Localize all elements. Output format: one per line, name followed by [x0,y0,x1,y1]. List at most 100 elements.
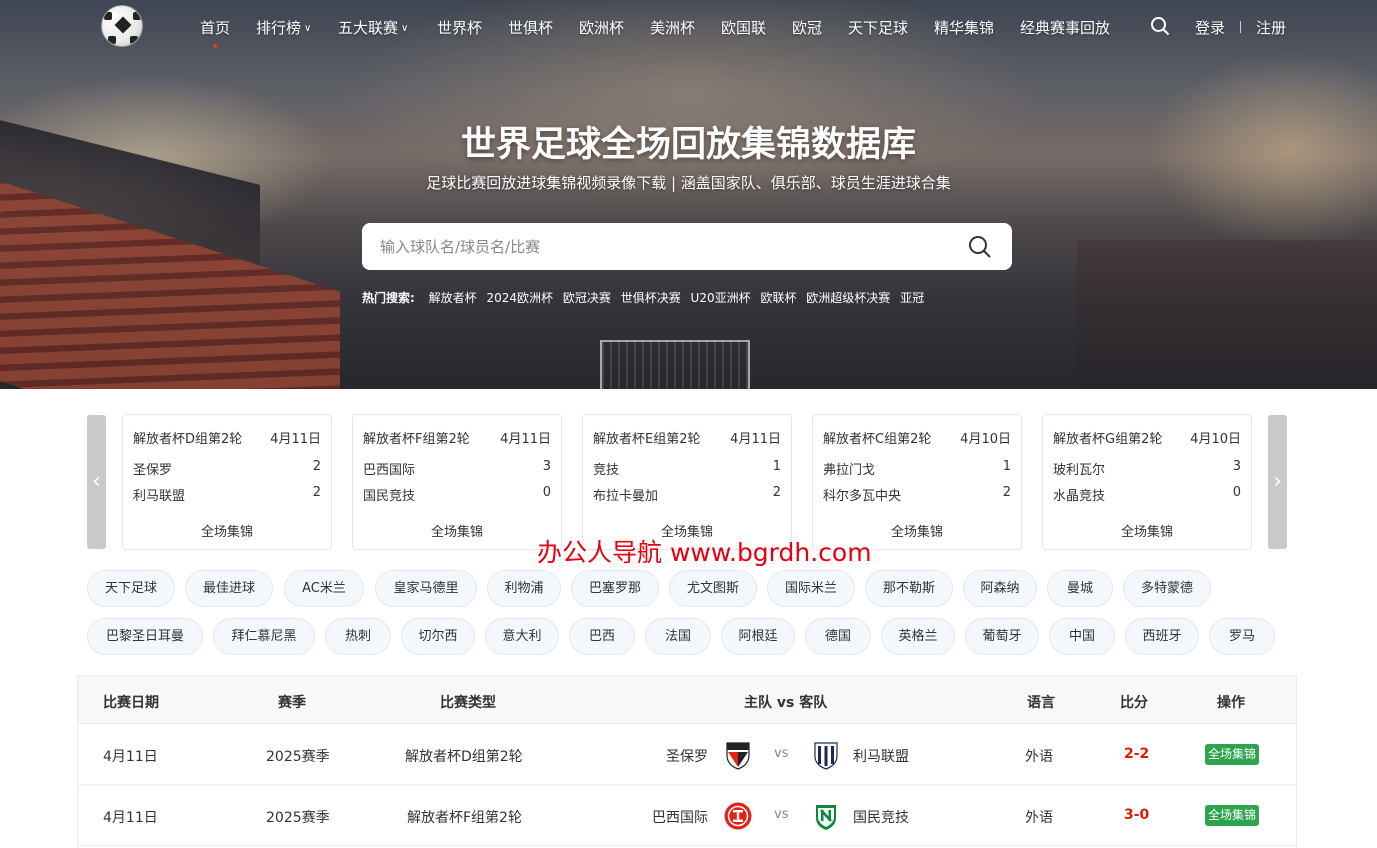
row-type: 解放者杯F组第2轮 [407,810,522,826]
tag-button[interactable]: 国际米兰 [767,570,855,607]
tag-button[interactable]: 德国 [805,618,871,655]
tag-button[interactable]: 利物浦 [487,570,561,607]
row-highlights-button[interactable]: 全场集锦 [1205,805,1260,826]
tag-button[interactable]: 皇家马德里 [375,570,477,607]
tag-button[interactable]: 罗马 [1209,618,1275,655]
nav-home[interactable]: 首页 [200,17,230,38]
home-team: 玻利瓦尔 [1053,463,1106,478]
nav-euro[interactable]: 欧洲杯 [579,17,624,38]
nav-football-world[interactable]: 天下足球 [848,17,908,38]
register-link[interactable]: 注册 [1256,17,1286,38]
nav-classic-replays[interactable]: 经典赛事回放 [1020,17,1110,38]
away-team: 水晶竞技 [1053,489,1106,504]
row-home-team: 圣保罗 [666,749,708,765]
nav-champions-league[interactable]: 欧冠 [792,17,822,38]
match-card[interactable]: 解放者杯F组第2轮 4月11日 巴西国际 3 国民竞技 0 全场集锦 [352,414,562,550]
nav-club-world-cup[interactable]: 世俱杯 [508,17,553,38]
tag-button[interactable]: 热刺 [325,618,391,655]
tag-button[interactable]: 切尔西 [401,618,475,655]
search-icon[interactable] [968,235,992,259]
nav-world-cup[interactable]: 世界杯 [437,17,482,38]
tag-button[interactable]: 多特蒙德 [1123,570,1211,607]
home-team: 圣保罗 [133,463,173,478]
nav-highlights[interactable]: 精华集锦 [934,17,994,38]
hot-search-item[interactable]: 欧冠决赛 [563,291,611,305]
tag-button[interactable]: AC米兰 [284,570,364,607]
tag-button[interactable]: 中国 [1049,618,1115,655]
hot-searches: 热门搜索: 解放者杯 2024欧洲杯 欧冠决赛 世俱杯决赛 U20亚洲杯 欧联杯… [362,289,930,307]
home-team: 竞技 [593,463,620,478]
hot-search-item[interactable]: 解放者杯 [429,291,477,305]
tag-button[interactable]: 拜仁慕尼黑 [213,618,315,655]
col-action: 操作 [1217,695,1245,711]
col-teams: 主队 vs 客队 [744,695,828,711]
match-card[interactable]: 解放者杯E组第2轮 4月11日 竞技 1 布拉卡曼加 2 全场集锦 [582,414,792,550]
match-card[interactable]: 解放者杯G组第2轮 4月10日 玻利瓦尔 3 水晶竞技 0 全场集锦 [1042,414,1252,550]
search-bar [362,223,1012,270]
highlights-link[interactable]: 全场集锦 [1043,521,1251,540]
tag-button[interactable]: 阿森纳 [963,570,1037,607]
sao-paulo-crest-icon [726,742,750,770]
match-league: 解放者杯E组第2轮 [593,432,701,447]
match-date: 4月11日 [270,432,321,447]
page-subtitle: 足球比赛回放进球集锦视频录像下载 | 涵盖国家队、俱乐部、球员生涯进球合集 [426,174,951,192]
hot-search-item[interactable]: U20亚洲杯 [691,291,751,305]
tag-button[interactable]: 葡萄牙 [965,618,1039,655]
tag-button[interactable]: 英格兰 [881,618,955,655]
tag-button[interactable]: 那不勒斯 [865,570,953,607]
tag-button[interactable]: 巴塞罗那 [571,570,659,607]
hot-search-item[interactable]: 亚冠 [900,291,924,305]
hot-search-item[interactable]: 欧洲超级杯决赛 [806,291,890,305]
hot-search-label: 热门搜索: [362,291,415,305]
row-vs: vs [774,746,789,761]
carousel-prev-button[interactable]: ‹ [87,415,106,549]
tag-button[interactable]: 巴西 [569,618,635,655]
row-season: 2025赛季 [266,810,330,826]
match-card[interactable]: 解放者杯C组第2轮 4月10日 弗拉门戈 1 科尔多瓦中央 2 全场集锦 [812,414,1022,550]
top-nav: 首页 排行榜 ∨ 五大联赛 ∨ 世界杯 世俱杯 欧洲杯 美洲杯 欧国联 欧冠 天下足… [0,0,1377,52]
home-team: 弗拉门戈 [823,463,876,478]
row-score: 3-0 [1124,807,1150,823]
away-score: 0 [1232,485,1241,500]
tag-button[interactable]: 意大利 [485,618,559,655]
soccer-ball-logo[interactable] [101,5,143,47]
table-row[interactable]: 4月11日 2025赛季 解放者杯F组第2轮 巴西国际 vs 国民竞技 外语 3… [78,785,1296,846]
nav-nations-league[interactable]: 欧国联 [721,17,766,38]
tag-button[interactable]: 巴黎圣日耳曼 [87,618,203,655]
tag-button[interactable]: 最佳进球 [185,570,273,607]
row-language: 外语 [1025,810,1053,826]
tag-button[interactable]: 曼城 [1047,570,1113,607]
away-team: 国民竞技 [363,489,416,504]
match-table: 比赛日期 赛季 比赛类型 主队 vs 客队 语言 比分 操作 4月11日 202… [77,675,1297,848]
row-date: 4月11日 [103,810,158,826]
internacional-crest-icon [724,802,752,830]
hot-search-item[interactable]: 欧联杯 [760,291,796,305]
row-highlights-button[interactable]: 全场集锦 [1205,744,1260,765]
login-link[interactable]: 登录 [1195,17,1225,38]
match-card[interactable]: 解放者杯D组第2轮 4月11日 圣保罗 2 利马联盟 2 全场集锦 [122,414,332,550]
row-language: 外语 [1025,749,1053,765]
search-input[interactable] [380,223,940,270]
table-row[interactable]: 4月11日 2025赛季 解放者杯D组第2轮 圣保罗 vs 利马联盟 外语 2-… [78,724,1296,785]
col-language: 语言 [1027,695,1055,711]
tag-button[interactable]: 阿根廷 [721,618,795,655]
carousel-next-button[interactable]: › [1268,415,1287,549]
search-icon[interactable] [1150,16,1170,36]
row-away-team: 国民竞技 [853,810,909,826]
row-home-team: 巴西国际 [652,810,708,826]
nav-rankings[interactable]: 排行榜 ∨ [256,17,311,38]
nav-copa-america[interactable]: 美洲杯 [650,17,695,38]
match-date: 4月10日 [1190,432,1241,447]
hot-search-item[interactable]: 2024欧洲杯 [486,291,553,305]
tag-button[interactable]: 西班牙 [1125,618,1199,655]
highlights-link[interactable]: 全场集锦 [123,521,331,540]
tag-button[interactable]: 天下足球 [87,570,175,607]
tag-button[interactable]: 法国 [645,618,711,655]
tag-button[interactable]: 尤文图斯 [669,570,757,607]
row-season: 2025赛季 [266,749,330,765]
table-header: 比赛日期 赛季 比赛类型 主队 vs 客队 语言 比分 操作 [78,676,1296,724]
hot-search-item[interactable]: 世俱杯决赛 [621,291,681,305]
highlights-link[interactable]: 全场集锦 [353,521,561,540]
nav-top5-leagues[interactable]: 五大联赛 ∨ [338,17,408,38]
away-score: 0 [542,485,551,500]
